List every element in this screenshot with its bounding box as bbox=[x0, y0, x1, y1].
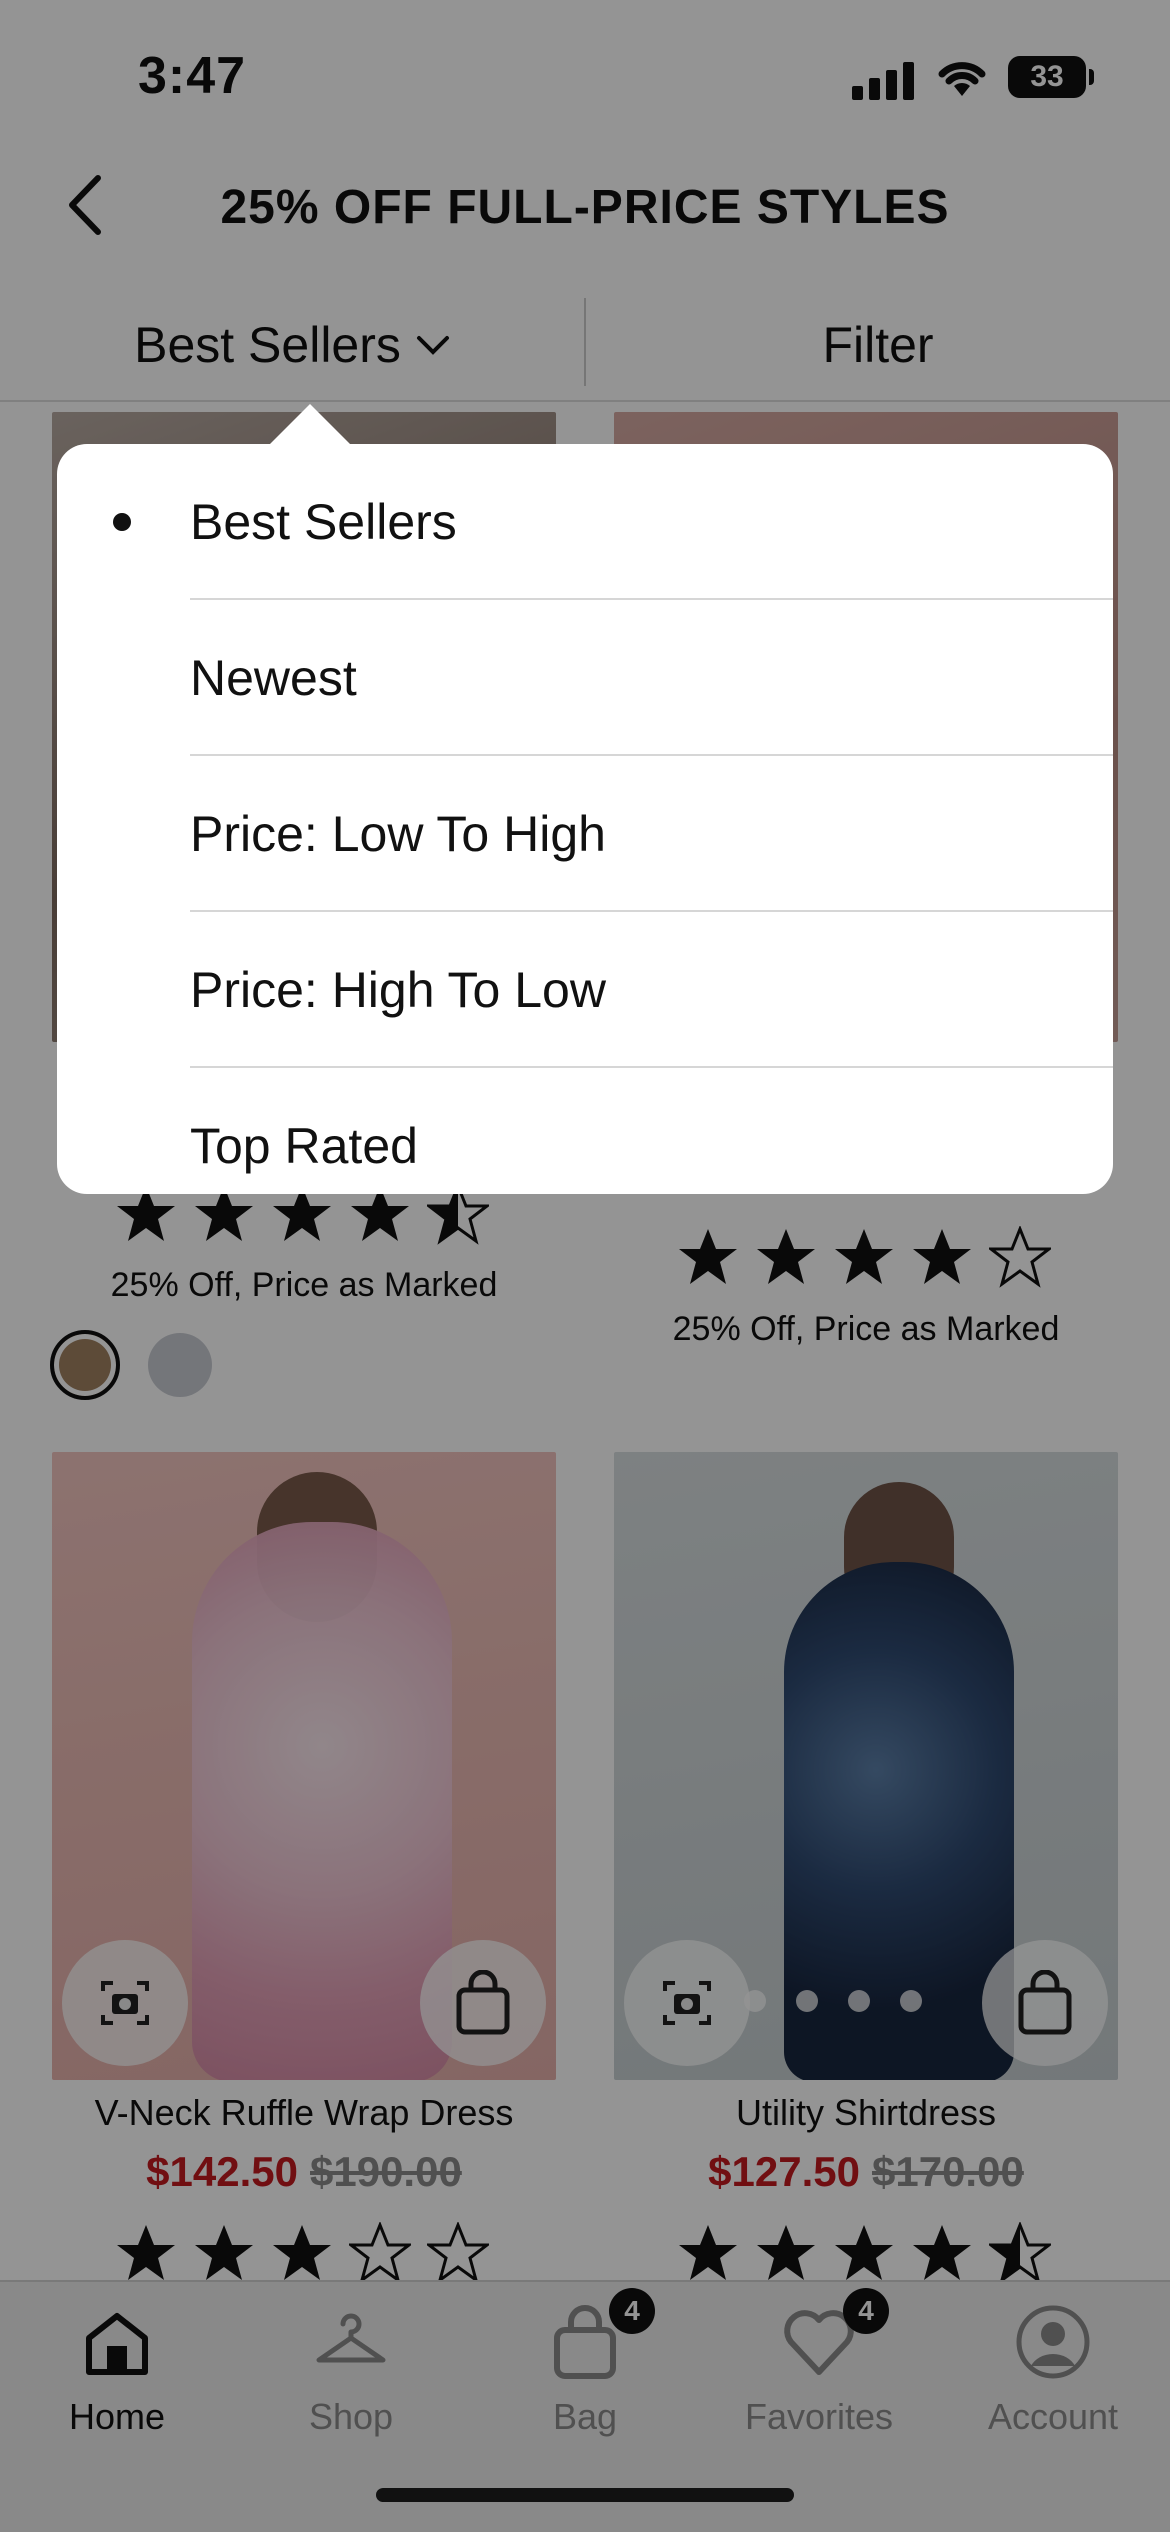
sort-option[interactable]: Newest bbox=[57, 600, 1113, 756]
sort-option-label: Newest bbox=[190, 650, 357, 706]
sort-option-label: Price: High To Low bbox=[190, 962, 606, 1018]
home-indicator bbox=[376, 2488, 794, 2502]
sort-option[interactable]: Price: High To Low bbox=[57, 912, 1113, 1068]
sort-option[interactable]: Best Sellers bbox=[57, 444, 1113, 600]
sort-option-label: Price: Low To High bbox=[190, 806, 606, 862]
dropdown-caret bbox=[268, 404, 352, 446]
sort-option[interactable]: Price: Low To High bbox=[57, 756, 1113, 912]
sort-option[interactable]: Top Rated bbox=[57, 1068, 1113, 1194]
sort-option-label: Best Sellers bbox=[190, 494, 457, 550]
sort-menu: Best Sellers Newest Price: Low To High P… bbox=[57, 444, 1113, 1194]
modal-backdrop[interactable] bbox=[0, 0, 1170, 2532]
selected-indicator bbox=[113, 513, 131, 531]
sort-option-label: Top Rated bbox=[190, 1118, 418, 1174]
